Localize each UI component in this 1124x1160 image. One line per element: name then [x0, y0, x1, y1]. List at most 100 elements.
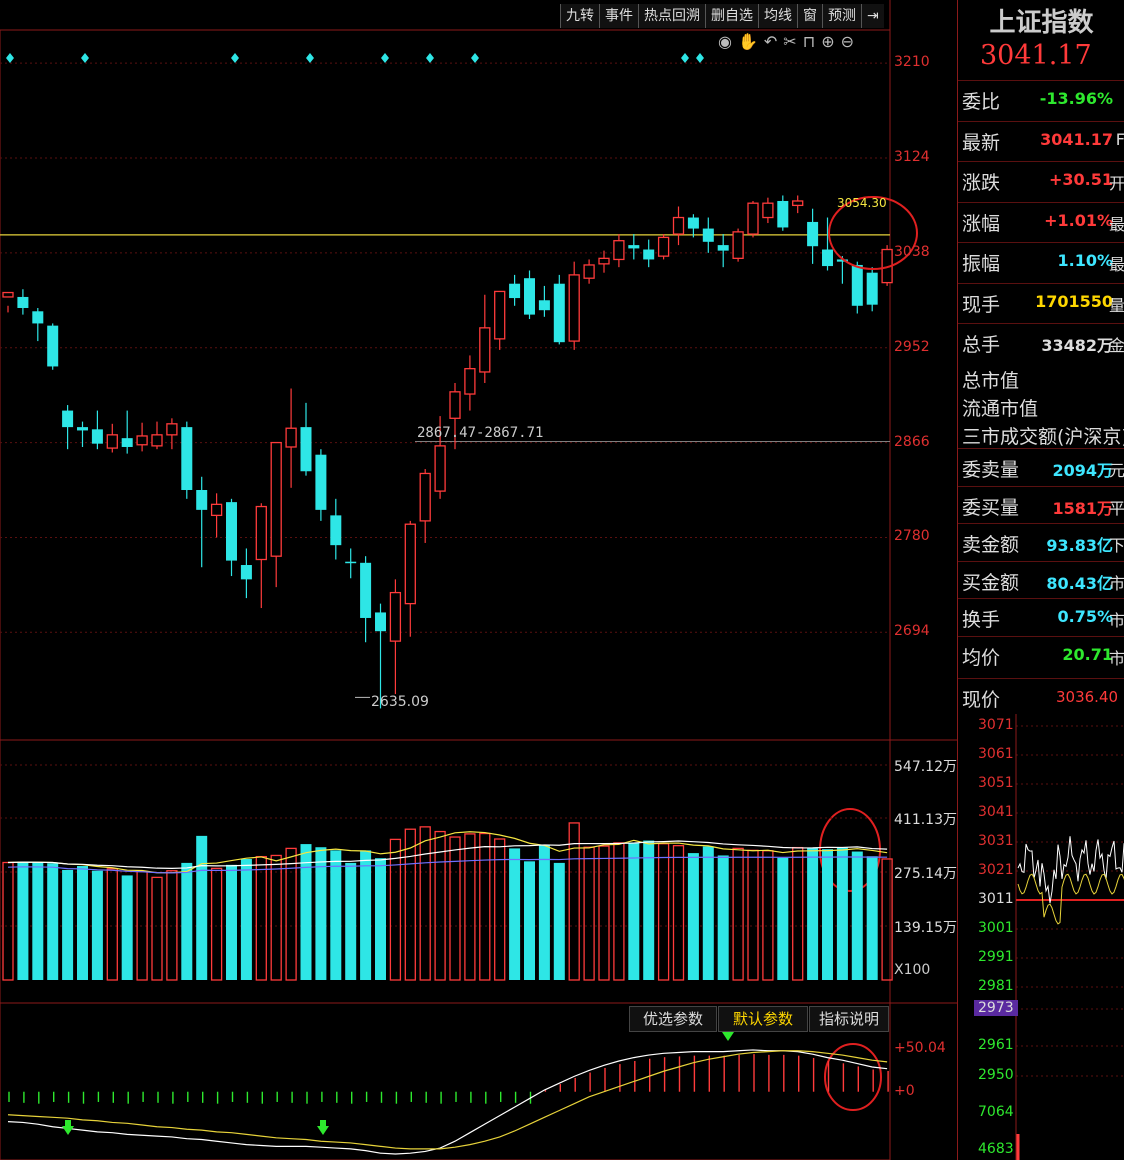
quote-row-key: 涨幅 — [962, 212, 1001, 235]
volume-bar — [598, 845, 610, 981]
mini-axis-label: 2973 — [974, 1000, 1018, 1016]
now-price-row: 现价 3036.40 — [958, 678, 1124, 715]
volume-bar — [330, 850, 342, 980]
volume-bar — [702, 846, 714, 980]
volume-axis-label: 275.14万 — [894, 866, 957, 882]
volume-bar — [166, 870, 178, 981]
macd-dea-line — [7, 1050, 888, 1150]
quote-row-value: 93.83亿 — [1046, 536, 1113, 555]
quote-row-key: 现手 — [962, 293, 1001, 316]
volume-bar — [270, 854, 282, 981]
quote-row-extra: 市 — [1108, 648, 1124, 668]
signal-marker — [381, 53, 389, 63]
price-axis-label: 2780 — [894, 528, 930, 545]
quote-row-key: 最新 — [962, 131, 1001, 154]
mini-axis-label: 3031 — [978, 833, 1014, 849]
h-line-price-label: 3054.30 — [837, 196, 887, 210]
volume-bar — [836, 847, 848, 980]
candle-body — [777, 200, 789, 228]
mini-axis-label: 3041 — [978, 804, 1014, 820]
volume-bar — [375, 858, 386, 980]
volume-axis-label: 547.12万 — [894, 759, 957, 775]
mini-axis-label: 2950 — [978, 1067, 1014, 1083]
quote-row: 涨跌 +30.51 开 — [958, 161, 1124, 200]
volume-bar — [583, 846, 595, 981]
candle-body — [196, 490, 208, 510]
candle-body — [598, 257, 610, 265]
signal-marker — [306, 53, 314, 63]
mini-axis-label: 3001 — [978, 920, 1014, 936]
quote-row-extra: 下 — [1108, 536, 1124, 555]
candle-body — [687, 217, 699, 229]
quote-row: 委比 -13.96% — [958, 80, 1124, 119]
volume-axis-label: 411.13万 — [894, 812, 957, 828]
quote-row: 均价 20.71 市 — [958, 635, 1124, 675]
mini-axis-label: 3071 — [978, 717, 1014, 733]
candle-body — [285, 427, 297, 448]
candle-body — [792, 200, 804, 207]
candle-body — [77, 427, 88, 431]
indicator-help-button[interactable]: 指标说明 — [809, 1006, 889, 1032]
quote-row-value: +1.01% — [1044, 210, 1113, 230]
volume-bar — [881, 858, 893, 981]
volume-bar — [345, 862, 357, 980]
mini-price-line — [1017, 836, 1124, 904]
quote-row-key: 振幅 — [962, 253, 1001, 275]
optimal-params-button[interactable]: 优选参数 — [629, 1006, 717, 1032]
candle-body — [389, 591, 402, 642]
volume-bar — [657, 843, 670, 981]
volume-bar — [210, 867, 223, 981]
volume-axis-label: 139.15万 — [894, 920, 957, 936]
quote-row: 涨幅 +1.01% 最 — [958, 201, 1124, 241]
index-title: 上证指数 — [989, 8, 1094, 38]
quote-row: 卖金额 93.83亿下 — [958, 523, 1124, 562]
default-params-button[interactable]: 默认参数 — [718, 1006, 808, 1032]
quote-row-key: 委卖量 — [962, 459, 1020, 481]
volume-bar — [479, 832, 491, 981]
volume-ma20-line — [7, 840, 888, 869]
volume-bar — [553, 862, 565, 980]
quote-row-extra: F — [1116, 130, 1124, 149]
candle-body — [583, 264, 595, 279]
candle-body — [2, 291, 14, 298]
kline-chart[interactable] — [0, 0, 957, 1160]
mini-axis-label: 3051 — [978, 775, 1014, 791]
candle-body — [136, 435, 148, 446]
candle-body — [524, 278, 535, 315]
candle-body — [717, 245, 729, 251]
candle-body — [106, 434, 118, 449]
quote-row-extra: 市 — [1108, 573, 1124, 593]
candle-body — [672, 216, 685, 235]
candle-body — [315, 454, 327, 510]
candle-body — [47, 325, 59, 367]
signal-marker — [81, 53, 89, 63]
volume-bar — [434, 830, 446, 981]
volume-bar — [17, 861, 29, 980]
volume-bar — [419, 826, 431, 981]
volume-bar — [47, 863, 59, 980]
quote-row-value: 33482万 — [1041, 336, 1113, 355]
volume-bar — [91, 870, 103, 980]
candle-body — [657, 236, 670, 257]
volume-bar — [32, 862, 44, 980]
quote-row: 换手 0.75% 市 — [958, 598, 1124, 637]
candle-body — [300, 427, 312, 472]
candle-body — [166, 423, 178, 436]
price-axis-label: 2952 — [894, 338, 930, 355]
volume-bar — [538, 844, 550, 980]
volume-bar — [106, 868, 118, 981]
quote-mid-row: 流通市值 — [962, 398, 1039, 420]
quote-row-key: 换手 — [962, 609, 1001, 631]
candle-body — [822, 249, 833, 267]
candle-body — [91, 429, 103, 444]
volume-bar — [181, 862, 193, 980]
candle-body — [702, 228, 714, 242]
signal-arrow-icon — [62, 1120, 74, 1135]
quote-row: 振幅 1.10% 最 — [958, 242, 1124, 281]
volume-bar — [226, 864, 237, 980]
mini-axis-label: 3061 — [978, 746, 1014, 762]
candle-body — [121, 438, 133, 447]
candle-body — [151, 434, 163, 447]
quote-row: 现手 1701550 量 — [958, 282, 1124, 322]
volume-bar — [822, 849, 833, 980]
